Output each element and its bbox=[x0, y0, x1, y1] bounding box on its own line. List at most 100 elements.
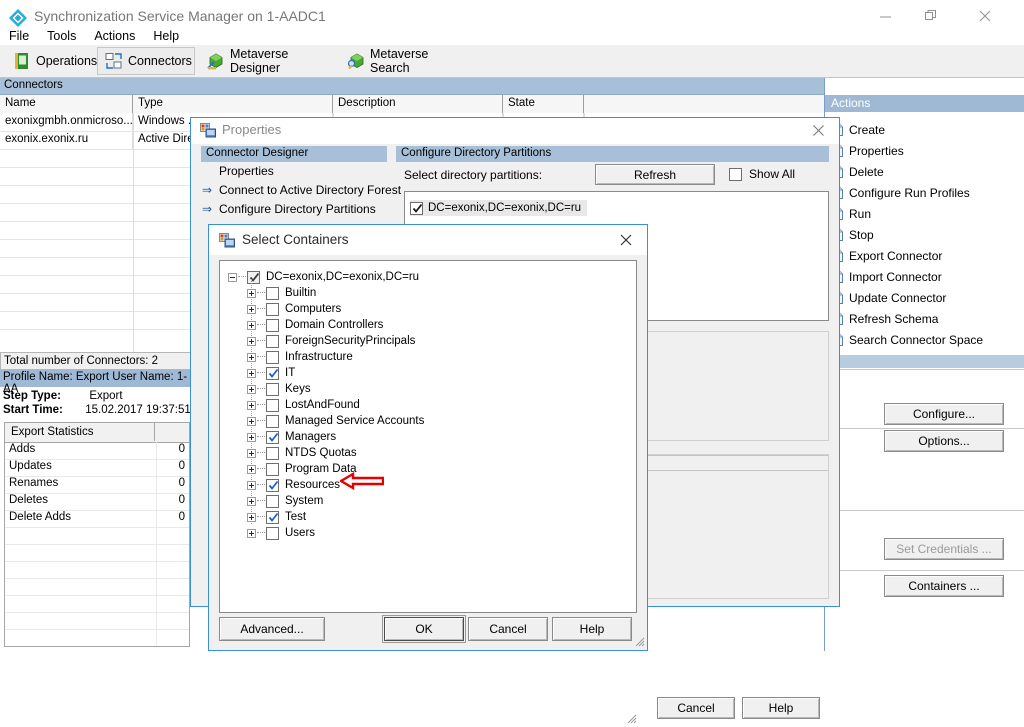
collapse-toggle-icon[interactable] bbox=[228, 272, 237, 282]
select-containers-close-icon[interactable] bbox=[614, 230, 638, 250]
tree-node-computers[interactable]: Computers bbox=[247, 301, 341, 317]
action-item-export-connector[interactable]: Export Connector bbox=[825, 245, 1024, 266]
resize-grip-icon[interactable] bbox=[633, 635, 645, 647]
menu-item-file[interactable]: File bbox=[0, 27, 38, 45]
container-checkbox[interactable] bbox=[266, 462, 279, 476]
tree-node-managed-service-accounts[interactable]: Managed Service Accounts bbox=[247, 413, 424, 429]
nav-item-configure-directory-partitions[interactable]: Configure Directory Partitions bbox=[219, 202, 376, 216]
expand-toggle-icon[interactable] bbox=[247, 336, 256, 346]
column-header-description[interactable]: Description bbox=[333, 95, 503, 113]
show-all-checkbox[interactable] bbox=[729, 168, 742, 181]
container-checkbox[interactable] bbox=[266, 382, 279, 396]
table-row[interactable] bbox=[5, 612, 189, 630]
list-item[interactable]: DC=exonix,DC=exonix,DC=ru bbox=[410, 200, 588, 216]
advanced-button[interactable]: Advanced... bbox=[219, 617, 325, 641]
expand-toggle-icon[interactable] bbox=[247, 288, 256, 298]
container-checkbox[interactable] bbox=[266, 526, 279, 540]
action-item-stop[interactable]: Stop bbox=[825, 224, 1024, 245]
action-item-search-connector-space[interactable]: Search Connector Space bbox=[825, 329, 1024, 350]
container-checkbox[interactable] bbox=[266, 350, 279, 364]
container-checkbox[interactable] bbox=[266, 366, 279, 380]
containers-tree[interactable]: DC=exonix,DC=exonix,DC=ru Builtin Comput… bbox=[219, 260, 637, 613]
properties-dialog-close-icon[interactable] bbox=[807, 121, 829, 139]
containers-button[interactable]: Containers ... bbox=[884, 575, 1004, 597]
container-checkbox[interactable] bbox=[266, 478, 279, 492]
table-row[interactable]: Renames 0 bbox=[5, 476, 189, 494]
tree-node-it[interactable]: IT bbox=[247, 365, 295, 381]
configure-button[interactable]: Configure... bbox=[884, 403, 1004, 425]
menu-item-tools[interactable]: Tools bbox=[38, 27, 85, 45]
properties-cancel-button[interactable]: Cancel bbox=[657, 697, 735, 719]
container-checkbox[interactable] bbox=[266, 398, 279, 412]
table-row[interactable] bbox=[5, 595, 189, 613]
minimize-button[interactable] bbox=[862, 0, 908, 32]
expand-toggle-icon[interactable] bbox=[247, 384, 256, 394]
action-item-update-connector[interactable]: Update Connector bbox=[825, 287, 1024, 308]
expand-toggle-icon[interactable] bbox=[247, 400, 256, 410]
toolbar-button-metaverse-designer[interactable]: Metaverse Designer bbox=[200, 47, 332, 75]
toolbar-button-metaverse-search[interactable]: Metaverse Search bbox=[340, 47, 464, 75]
menu-item-help[interactable]: Help bbox=[144, 27, 188, 45]
table-row[interactable]: Adds 0 bbox=[5, 442, 189, 460]
container-checkbox[interactable] bbox=[266, 286, 279, 300]
toolbar-button-connectors[interactable]: Connectors bbox=[97, 47, 195, 75]
table-row[interactable] bbox=[5, 527, 189, 545]
action-item-delete[interactable]: Delete bbox=[825, 161, 1024, 182]
properties-help-button[interactable]: Help bbox=[742, 697, 820, 719]
tree-node-lostandfound[interactable]: LostAndFound bbox=[247, 397, 360, 413]
container-checkbox[interactable] bbox=[266, 318, 279, 332]
column-header-name[interactable]: Name bbox=[0, 95, 133, 113]
tree-node-foreignsecurityprincipals[interactable]: ForeignSecurityPrincipals bbox=[247, 333, 415, 349]
statistics-header-value[interactable] bbox=[155, 423, 189, 441]
tree-node-users[interactable]: Users bbox=[247, 525, 315, 541]
action-item-import-connector[interactable]: Import Connector bbox=[825, 266, 1024, 287]
tree-node-keys[interactable]: Keys bbox=[247, 381, 311, 397]
action-item-create[interactable]: Create bbox=[825, 119, 1024, 140]
table-row[interactable] bbox=[5, 629, 189, 646]
refresh-button[interactable]: Refresh bbox=[595, 164, 715, 185]
toolbar-button-operations[interactable]: Operations bbox=[6, 47, 97, 75]
column-header-state[interactable]: State bbox=[503, 95, 584, 113]
close-button[interactable] bbox=[962, 0, 1008, 32]
table-row[interactable] bbox=[5, 561, 189, 579]
tree-node-domain-controllers[interactable]: Domain Controllers bbox=[247, 317, 383, 333]
action-item-configure-run-profiles[interactable]: Configure Run Profiles bbox=[825, 182, 1024, 203]
tree-node-test[interactable]: Test bbox=[247, 509, 306, 525]
maximize-restore-button[interactable] bbox=[908, 0, 954, 32]
container-checkbox[interactable] bbox=[266, 446, 279, 460]
ok-button[interactable]: OK bbox=[382, 615, 466, 643]
action-item-properties[interactable]: Properties bbox=[825, 140, 1024, 161]
expand-toggle-icon[interactable] bbox=[247, 448, 256, 458]
expand-toggle-icon[interactable] bbox=[247, 304, 256, 314]
resize-grip-icon[interactable] bbox=[625, 712, 637, 724]
expand-toggle-icon[interactable] bbox=[247, 480, 256, 490]
container-checkbox[interactable] bbox=[266, 414, 279, 428]
options-button[interactable]: Options... bbox=[884, 430, 1004, 452]
select-containers-cancel-button[interactable]: Cancel bbox=[468, 617, 548, 641]
action-item-run[interactable]: Run bbox=[825, 203, 1024, 224]
statistics-header-label[interactable]: Export Statistics bbox=[5, 423, 155, 441]
table-row[interactable]: Deletes 0 bbox=[5, 493, 189, 511]
tree-node-infrastructure[interactable]: Infrastructure bbox=[247, 349, 353, 365]
action-item-refresh-schema[interactable]: Refresh Schema bbox=[825, 308, 1024, 329]
container-checkbox[interactable] bbox=[266, 510, 279, 524]
table-row[interactable]: Updates 0 bbox=[5, 459, 189, 477]
expand-toggle-icon[interactable] bbox=[247, 464, 256, 474]
tree-node-managers[interactable]: Managers bbox=[247, 429, 336, 445]
column-header-type[interactable]: Type bbox=[133, 95, 333, 113]
root-checkbox[interactable] bbox=[247, 270, 260, 284]
expand-toggle-icon[interactable] bbox=[247, 352, 256, 362]
select-containers-help-button[interactable]: Help bbox=[552, 617, 632, 641]
export-statistics-table[interactable]: Export Statistics Adds 0 Updates 0 Renam… bbox=[4, 422, 190, 647]
partition-checkbox[interactable] bbox=[410, 201, 423, 215]
table-row[interactable] bbox=[5, 544, 189, 562]
tree-node-resources[interactable]: Resources bbox=[247, 477, 340, 493]
expand-toggle-icon[interactable] bbox=[247, 496, 256, 506]
expand-toggle-icon[interactable] bbox=[247, 512, 256, 522]
tree-node-builtin[interactable]: Builtin bbox=[247, 285, 316, 301]
table-row[interactable]: Delete Adds 0 bbox=[5, 510, 189, 528]
expand-toggle-icon[interactable] bbox=[247, 416, 256, 426]
nav-item-properties[interactable]: Properties bbox=[219, 164, 274, 178]
expand-toggle-icon[interactable] bbox=[247, 432, 256, 442]
tree-node-system[interactable]: System bbox=[247, 493, 323, 509]
